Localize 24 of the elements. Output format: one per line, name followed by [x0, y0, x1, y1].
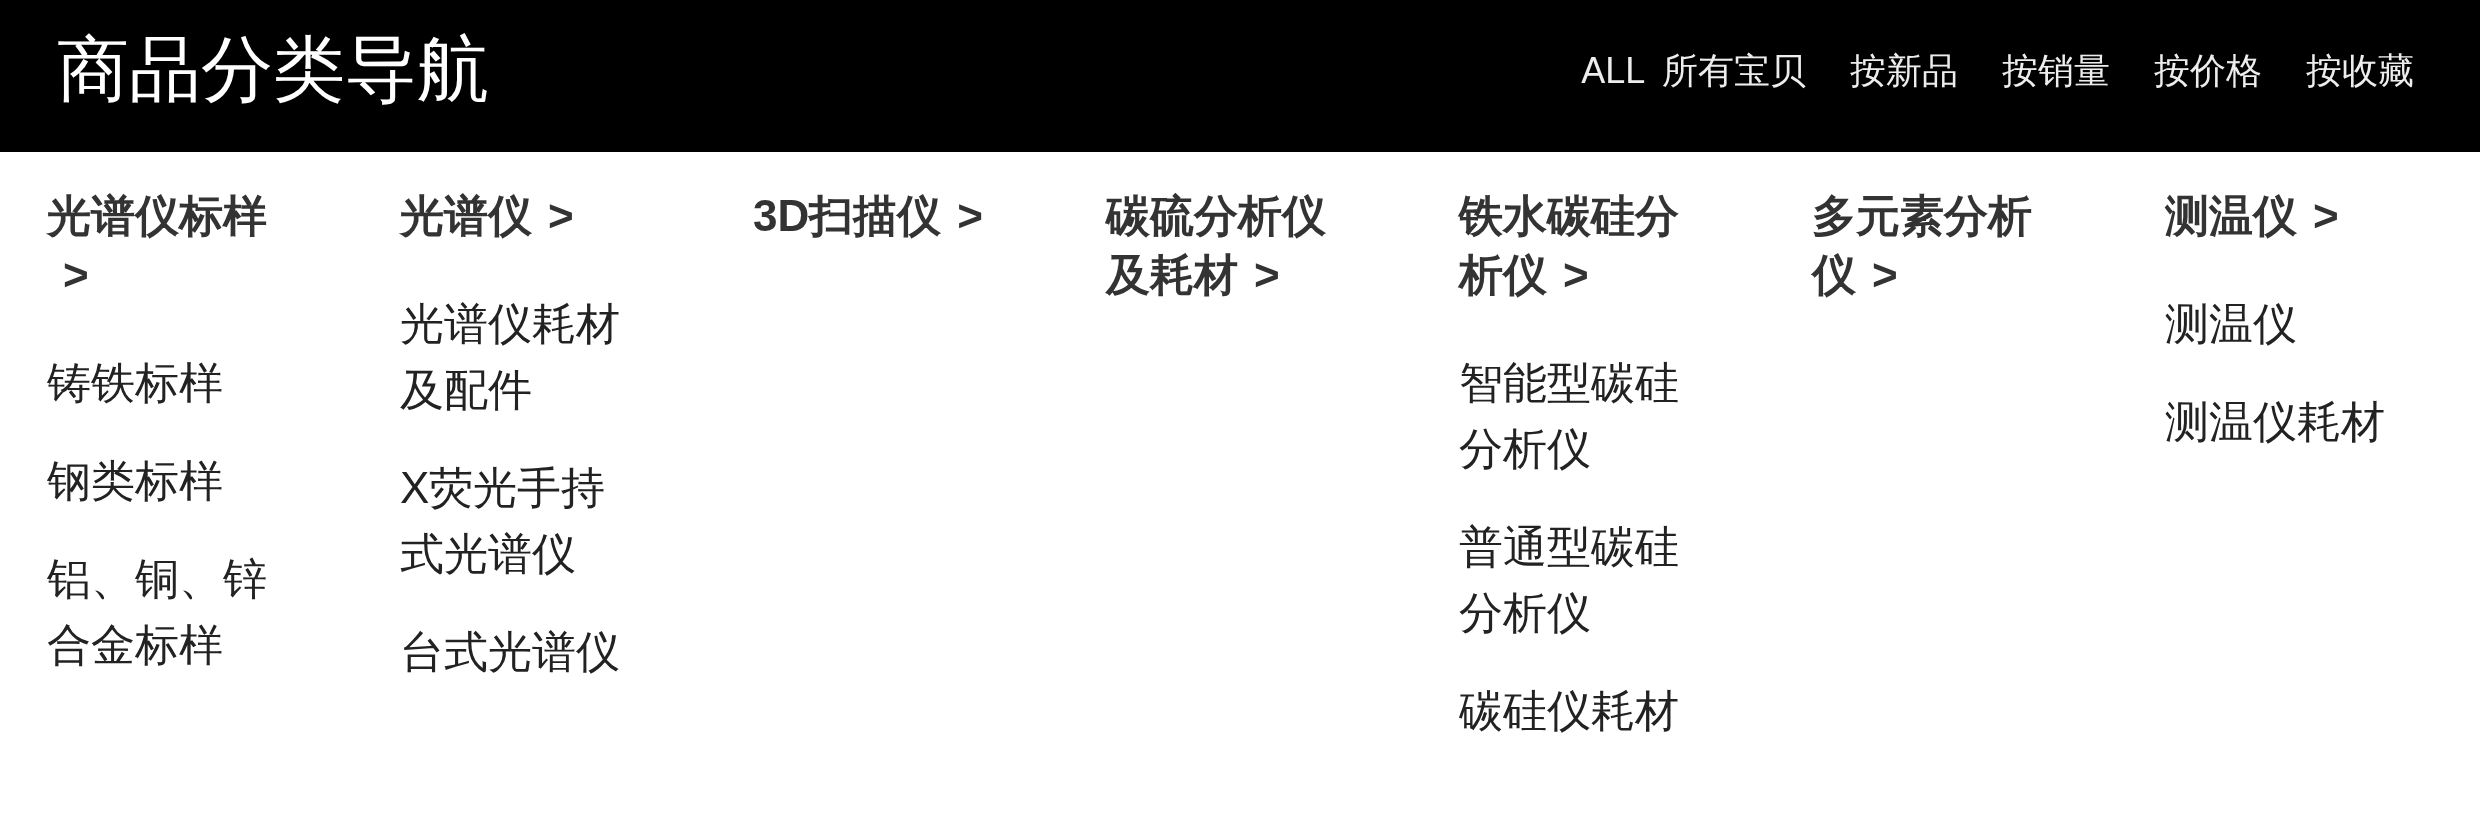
category-link[interactable]: 光谱仪 > — [400, 186, 642, 245]
subcategory-link[interactable]: 普通型碳硅分析仪 — [1459, 514, 1701, 646]
category-link[interactable]: 光谱仪标样 > — [47, 186, 289, 304]
category-link[interactable]: 铁水碳硅分析仪 > — [1459, 186, 1701, 304]
category-link[interactable]: 测温仪 > — [2165, 186, 2407, 245]
subcategory-link[interactable]: 铝、铜、锌合金标样 — [47, 546, 289, 678]
subcategory-link[interactable]: 铸铁标样 — [47, 350, 223, 416]
subcategory-link[interactable]: 碳硅仪耗材 — [1459, 678, 1679, 744]
subcategory-link[interactable]: 智能型碳硅分析仪 — [1459, 350, 1701, 482]
nav-link[interactable]: ALL 所有宝贝 — [1581, 49, 1806, 93]
subcategory-link[interactable]: 光谱仪耗材及配件 — [400, 291, 642, 423]
subcategory-link[interactable]: 测温仪耗材 — [2165, 389, 2385, 455]
nav-link[interactable]: 按新品 — [1850, 49, 1958, 93]
category-link[interactable]: 碳硫分析仪及耗材 > — [1106, 186, 1348, 304]
subcategory-link[interactable]: 测温仪 — [2165, 291, 2297, 357]
subcategory-link[interactable]: 台式光谱仪 — [400, 619, 620, 685]
category-link[interactable]: 多元素分析仪 > — [1812, 186, 2054, 304]
subcategory-link[interactable]: 钢类标样 — [47, 448, 223, 514]
category-link[interactable]: 3D扫描仪 > — [753, 186, 995, 245]
nav-link[interactable]: 按销量 — [2002, 49, 2110, 93]
nav-link[interactable]: 按收藏 — [2306, 49, 2414, 93]
nav-link[interactable]: 按价格 — [2154, 49, 2262, 93]
page-title: 商品分类导航 — [57, 30, 489, 110]
subcategory-link[interactable]: X荧光手持式光谱仪 — [400, 455, 642, 587]
